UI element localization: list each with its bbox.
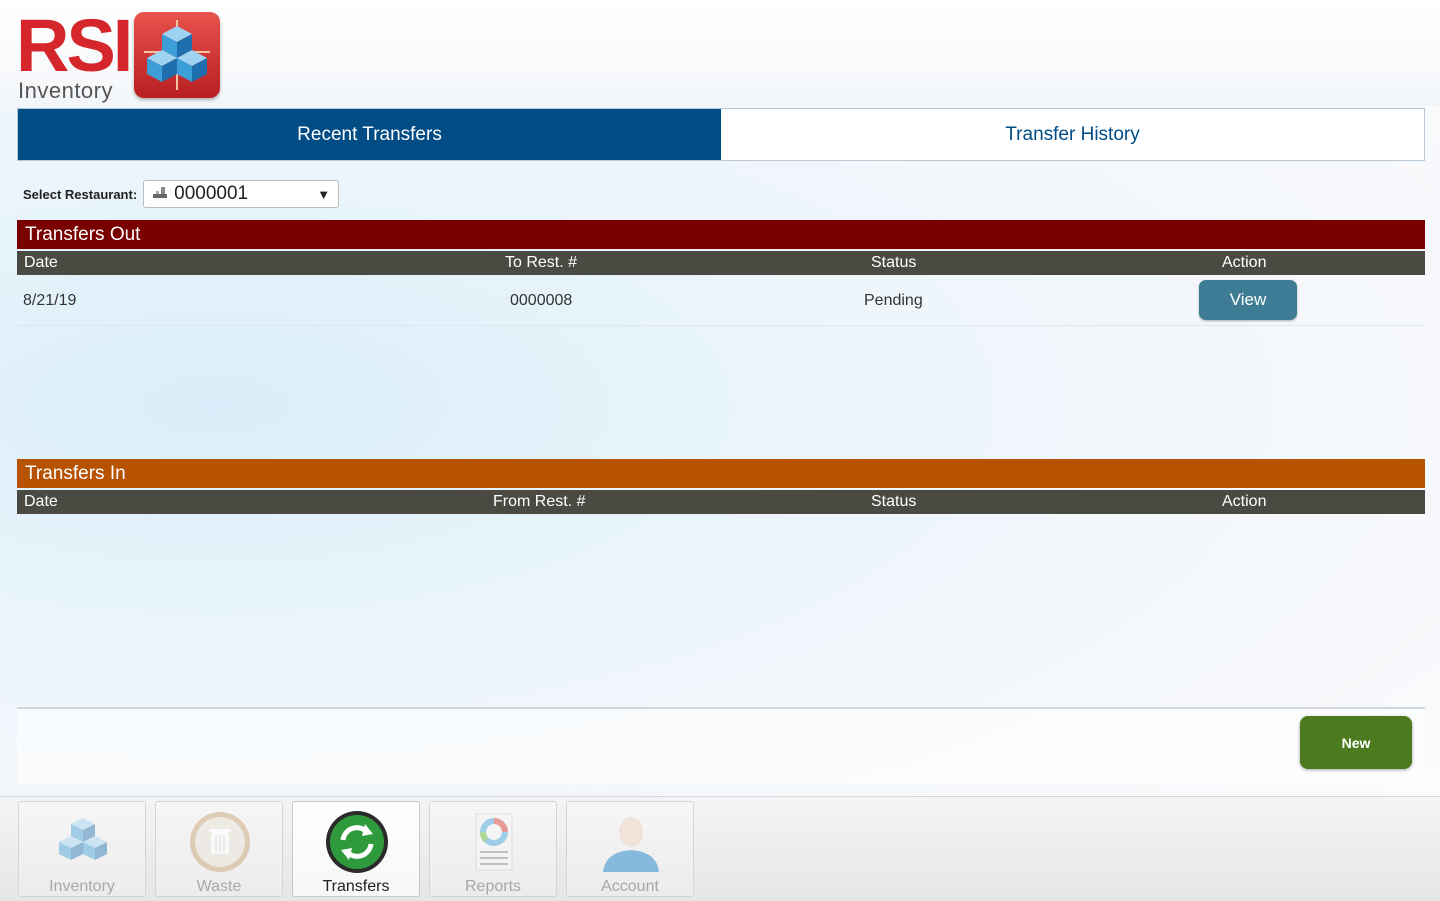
nav-item-waste[interactable]: Waste [155, 801, 283, 897]
restaurant-select-value: 0000001 [174, 183, 249, 204]
footer-actions [17, 709, 1425, 785]
restaurant-select[interactable]: 0000001 ▼ [143, 180, 340, 208]
select-restaurant-label: Select Restaurant: [23, 186, 138, 202]
cubes-logo-icon [134, 12, 220, 98]
column-from-rest: From Rest. # [493, 493, 586, 510]
transfers-in-title: Transfers In [25, 462, 126, 484]
rsi-inventory-logo: RSI Inventory [16, 4, 226, 103]
transfers-out-columns: Date To Rest. # Status Action [17, 251, 1425, 275]
transfers-out-header: Transfers Out [17, 220, 1425, 249]
logo-subtext: Inventory [18, 78, 113, 103]
trash-icon [188, 810, 252, 874]
nav-label: Waste [196, 878, 242, 895]
row-rest: 0000008 [510, 292, 573, 309]
column-status: Status [871, 493, 917, 510]
column-to-rest: To Rest. # [505, 254, 578, 271]
nav-item-transfers[interactable]: Transfers [292, 801, 420, 897]
nav-label: Reports [464, 878, 522, 895]
app-header: RSI Inventory [0, 0, 1440, 106]
transfers-in-columns: Date From Rest. # Status Action [17, 490, 1425, 514]
tab-transfer-history[interactable]: Transfer History [721, 109, 1424, 160]
restaurant-select-row: Select Restaurant: 0000001 ▼ [23, 178, 340, 210]
table-row: 8/21/19 0000008 Pending View [17, 277, 1425, 326]
column-date: Date [24, 493, 58, 510]
row-date: 8/21/19 [23, 292, 77, 309]
column-date: Date [24, 254, 58, 271]
nav-label: Inventory [49, 878, 115, 895]
restaurant-building-icon [152, 183, 168, 205]
transfers-in-header: Transfers In [17, 459, 1425, 488]
dropdown-arrow-icon: ▼ [317, 186, 331, 202]
row-status: Pending [864, 292, 923, 309]
nav-label: Transfers [322, 878, 390, 895]
nav-label: Account [601, 878, 659, 895]
bottom-navigation: Inventory Waste Transfers Reports Accoun… [0, 796, 1440, 901]
transfer-arrows-icon [325, 810, 389, 874]
nav-item-reports[interactable]: Reports [429, 801, 557, 897]
column-status: Status [871, 254, 917, 271]
cubes-icon [51, 810, 115, 874]
view-button[interactable]: View [1199, 280, 1297, 320]
transfer-tabs: Recent Transfers Transfer History [17, 108, 1425, 161]
tab-recent-transfers[interactable]: Recent Transfers [18, 109, 721, 160]
user-icon [599, 810, 663, 874]
report-chart-icon [462, 810, 526, 874]
transfers-out-title: Transfers Out [25, 223, 141, 245]
nav-item-inventory[interactable]: Inventory [18, 801, 146, 897]
nav-item-account[interactable]: Account [566, 801, 694, 897]
column-action: Action [1222, 493, 1267, 510]
column-action: Action [1222, 254, 1267, 271]
logo-text: RSI [16, 4, 133, 87]
new-transfer-button[interactable]: New [1300, 716, 1412, 769]
